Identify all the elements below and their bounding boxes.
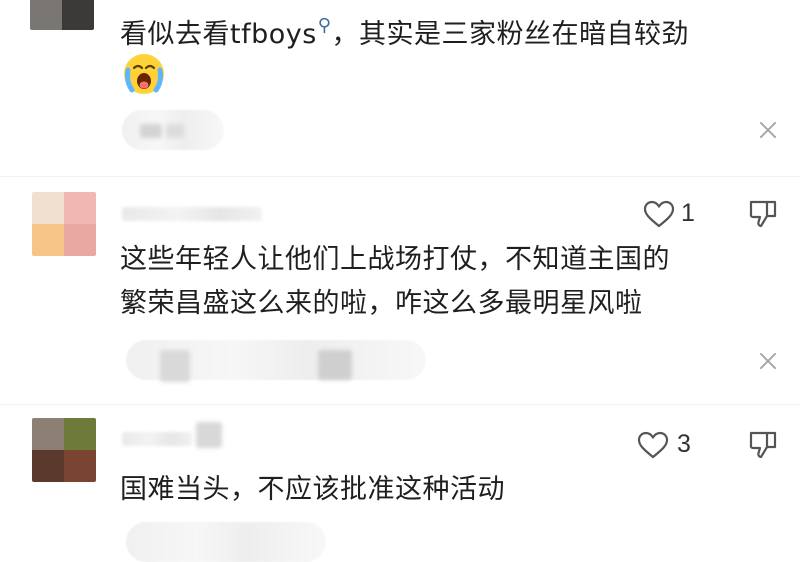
avatar[interactable] — [32, 418, 96, 482]
thumbs-down-icon[interactable] — [748, 430, 778, 460]
crying-face-emoji — [124, 54, 164, 94]
comment-text: 这些年轻人让他们上战场打仗，不知道主国的 — [120, 244, 670, 275]
reply-preview[interactable] — [126, 522, 326, 562]
like-count: 1 — [681, 199, 695, 227]
username[interactable] — [122, 432, 192, 446]
heart-outline-icon[interactable] — [637, 431, 669, 459]
heart-outline-icon[interactable] — [643, 200, 675, 228]
divider — [0, 404, 800, 405]
reply-preview-avatar — [166, 124, 184, 138]
reply-preview-avatar — [318, 350, 352, 380]
reply-preview-avatar — [160, 350, 190, 382]
avatar[interactable] — [30, 0, 94, 30]
comment-feed: { "comments": [ { "text_before": "看似去看tf… — [0, 0, 800, 562]
comment-text: 国难当头，不应该批准这种活动 — [120, 474, 505, 505]
username-badge — [196, 422, 222, 448]
comment-text: 繁荣昌盛这么来的啦，咋这么多最明星风啦 — [120, 288, 643, 319]
avatar[interactable] — [32, 192, 96, 256]
comment-text-part: ，其实是三家粉丝在暗自较劲 — [331, 19, 689, 50]
divider — [0, 176, 800, 177]
close-icon[interactable] — [757, 350, 779, 372]
comment-text-part: 看似去看tfboys — [120, 19, 317, 50]
username[interactable] — [122, 207, 262, 221]
comment-text: 看似去看tfboys⚲，其实是三家粉丝在暗自较劲 — [120, 4, 689, 57]
reply-preview-avatar — [140, 124, 162, 138]
search-icon[interactable]: ⚲ — [318, 15, 332, 36]
thumbs-down-icon[interactable] — [748, 199, 778, 229]
like-count: 3 — [677, 430, 691, 458]
close-icon[interactable] — [757, 119, 779, 141]
